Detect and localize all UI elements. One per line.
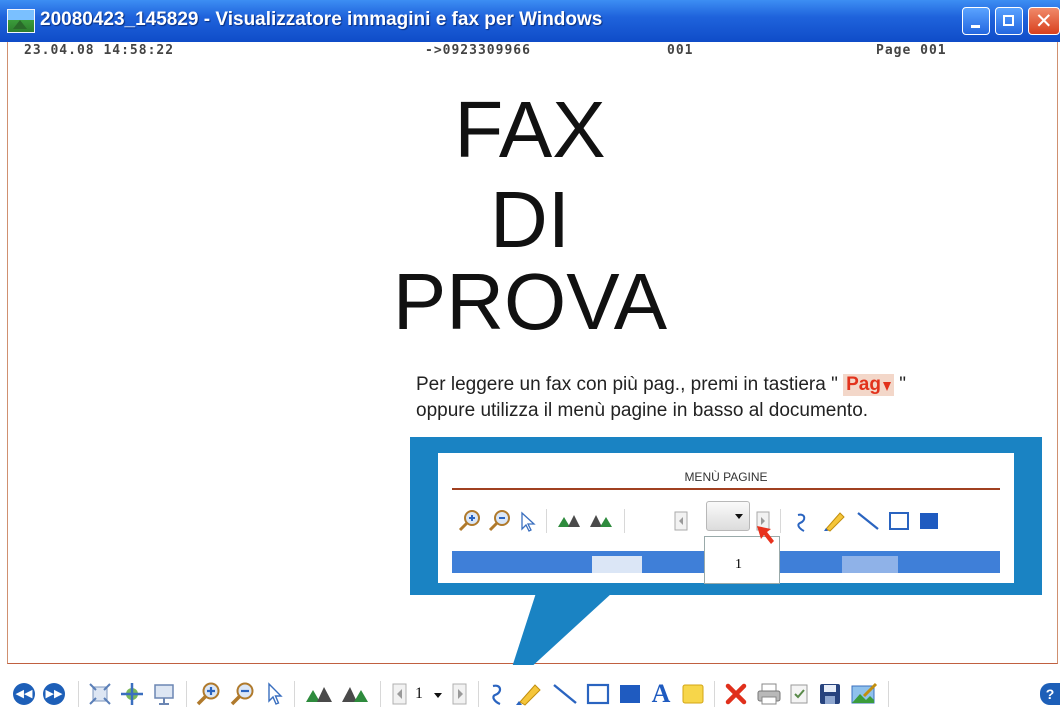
maximize-button[interactable] (995, 7, 1023, 35)
sticky-note-icon[interactable] (680, 682, 706, 706)
close-button[interactable]: ✕ (1028, 7, 1060, 35)
highlighter-icon[interactable] (514, 682, 544, 706)
panel-separator (546, 509, 547, 533)
pointer-select-icon[interactable] (266, 682, 284, 706)
minimize-button[interactable] (962, 7, 990, 35)
app-icon (7, 9, 35, 33)
pag-key-label: Pag (846, 374, 881, 395)
callout-box: MENÙ PAGINE 1 (410, 437, 1042, 595)
slideshow-icon[interactable] (152, 682, 176, 706)
instruction-line-2: oppure utilizza il menù pagine in basso … (416, 400, 869, 421)
rectangle-tool-icon[interactable] (586, 682, 610, 706)
panel-rectangle-icon (889, 512, 909, 530)
zoom-out-icon[interactable] (230, 682, 256, 706)
page-dropdown-chevron-icon[interactable] (434, 693, 442, 698)
panel-dropdown-value: 1 (735, 557, 742, 572)
zoom-in-icon[interactable] (196, 682, 222, 706)
window-title: 20080423_145829 - Visualizzatore immagin… (40, 9, 603, 30)
panel-rotate-right-icon (590, 515, 612, 527)
title-bar: 20080423_145829 - Visualizzatore immagin… (0, 0, 1060, 42)
best-fit-icon[interactable] (88, 682, 112, 706)
edit-image-icon[interactable] (850, 682, 878, 706)
instruction-line-1: Per leggere un fax con più pag., premi i… (416, 374, 906, 396)
panel-pointer-icon (521, 511, 536, 532)
menu-pagine-title: MENÙ PAGINE (684, 470, 768, 484)
fax-number: ->0923309966 (425, 43, 531, 58)
minimize-icon (971, 25, 980, 28)
next-page-icon[interactable] (452, 682, 468, 706)
panel-page-combo (706, 501, 750, 531)
rotate-counterclockwise-icon[interactable] (340, 682, 370, 706)
red-arrow-cursor-icon (757, 526, 774, 544)
instruction-text-1: Per leggere un fax con più pag., premi i… (416, 374, 838, 395)
pag-key-badge: Pag (843, 374, 894, 396)
panel-zoom-in-icon (458, 510, 480, 532)
toolbar-separator (714, 681, 715, 707)
toolbar-separator (294, 681, 295, 707)
freehand-annotation-icon[interactable] (488, 682, 506, 706)
toolbar-separator (380, 681, 381, 707)
help-icon[interactable]: ? (1040, 683, 1060, 705)
doc-line-fax: FAX (454, 85, 606, 174)
panel-prev-page-icon (674, 511, 688, 531)
maximize-icon (1003, 15, 1014, 26)
panel-highlighter-icon (824, 512, 845, 532)
copy-icon[interactable] (788, 682, 812, 706)
panel-zoom-out-icon (488, 510, 510, 532)
panel-divider (452, 488, 1000, 490)
doc-line-prova: PROVA (392, 257, 668, 346)
panel-line-icon (857, 512, 879, 530)
text-tool-icon[interactable]: A (648, 681, 674, 707)
previous-image-button[interactable]: ◀◀ (13, 683, 35, 705)
fax-code: 001 (667, 43, 694, 58)
panel-freehand-icon (797, 513, 806, 532)
bottom-toolbar: ◀◀ ▶▶ 1 A ? (0, 665, 1060, 720)
toolbar-separator (888, 681, 889, 707)
delete-icon[interactable] (724, 682, 748, 706)
toolbar-separator (186, 681, 187, 707)
filled-rectangle-tool-icon[interactable] (618, 682, 642, 706)
panel-filled-rectangle-icon (920, 513, 938, 529)
instruction-text-close: " (899, 374, 906, 395)
fax-datetime: 23.04.08 14:58:22 (24, 43, 175, 58)
page-number-value[interactable]: 1 (412, 682, 426, 706)
next-image-button[interactable]: ▶▶ (43, 683, 65, 705)
menu-pagine-panel: MENÙ PAGINE 1 (438, 453, 1014, 584)
rotate-clockwise-icon[interactable] (304, 682, 334, 706)
panel-rotate-left-icon (558, 515, 580, 527)
actual-size-icon[interactable] (120, 682, 144, 706)
arrow-down-icon (882, 382, 891, 391)
toolbar-separator (78, 681, 79, 707)
print-icon[interactable] (756, 682, 782, 706)
toolbar-separator (478, 681, 479, 707)
panel-separator (780, 509, 781, 533)
doc-line-di: DI (490, 175, 570, 264)
close-icon: ✕ (1035, 9, 1053, 33)
fax-page: Page 001 (876, 43, 947, 58)
save-icon[interactable] (818, 682, 842, 706)
panel-separator (624, 509, 625, 533)
previous-page-icon[interactable] (392, 682, 408, 706)
line-tool-icon[interactable] (552, 682, 578, 706)
